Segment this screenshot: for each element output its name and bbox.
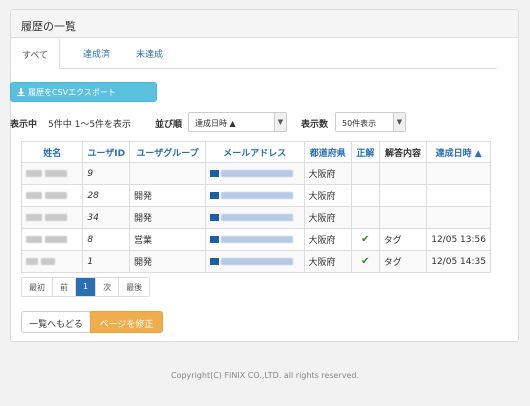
answer-cell: タグ: [378, 228, 428, 251]
answer-cell: [378, 206, 428, 229]
summary-label: 表示中: [10, 120, 38, 130]
history-table: 姓名 ユーザID ユーザグループ メールアドレス 都道府県 正解 解答内容 達成…: [20, 141, 491, 273]
prefecture-cell: 大阪府: [303, 228, 352, 251]
user-group-cell: 開発: [129, 250, 206, 273]
pager-prev[interactable]: 前: [53, 278, 76, 296]
tab-all[interactable]: すべて: [10, 37, 61, 70]
column-header-email[interactable]: メールアドレス: [204, 141, 305, 163]
sort-select[interactable]: 達成日時 ▲ ▼: [188, 112, 287, 132]
chevron-down-icon: ▼: [274, 113, 286, 131]
email-cell[interactable]: [204, 228, 305, 251]
table-row: 8 営業 大阪府 ✔ タグ 12/05 13:56: [20, 228, 491, 251]
envelope-icon: [209, 235, 219, 243]
answer-cell: [378, 184, 428, 207]
sort-select-value: 達成日時 ▲: [195, 119, 236, 128]
column-header-user-id[interactable]: ユーザID: [82, 141, 131, 163]
prefecture-cell: 大阪府: [303, 206, 352, 229]
table-row: 1 開発 大阪府 ✔ タグ 12/05 14:35: [20, 250, 491, 273]
export-csv-label: 履歴をCSVエクスポート: [28, 87, 116, 97]
summary-text: 5件中 1〜5件を表示: [48, 120, 132, 130]
correct-cell: ✔: [350, 228, 380, 251]
checkmark-icon: ✔: [361, 234, 370, 245]
correct-cell: [350, 184, 380, 207]
user-id-cell: 8: [82, 228, 131, 251]
count-label: 表示数: [301, 120, 329, 130]
list-controls: 表示中 5件中 1〜5件を表示 並び順 達成日時 ▲ ▼ 表示数 50件表示 ▼: [10, 112, 500, 134]
envelope-icon: [209, 191, 219, 199]
email-cell[interactable]: [204, 250, 305, 273]
answer-cell: [378, 162, 428, 185]
achieved-date-cell: [426, 184, 491, 207]
name-cell-redacted: [20, 228, 84, 251]
user-id-cell: 1: [82, 250, 131, 273]
column-header-answer: 解答内容: [378, 141, 428, 163]
prefecture-cell: 大阪府: [303, 250, 352, 273]
pager-next[interactable]: 次: [96, 278, 120, 296]
user-group-cell: 開発: [129, 206, 206, 229]
prefecture-cell: 大阪府: [303, 162, 352, 185]
name-cell-redacted: [20, 250, 84, 273]
back-to-list-button[interactable]: 一覧へもどる: [21, 311, 91, 333]
answer-cell: タグ: [378, 250, 428, 273]
chevron-down-icon: ▼: [393, 113, 405, 131]
achieved-date-cell: [426, 206, 491, 229]
pager-first[interactable]: 最初: [22, 278, 53, 296]
pager-page-current[interactable]: 1: [76, 278, 97, 296]
panel-title: 履歴の一覧: [11, 10, 518, 38]
column-header-correct[interactable]: 正解: [350, 141, 380, 163]
checkmark-icon: ✔: [361, 256, 370, 267]
table-row: 34 開発 大阪府: [20, 206, 491, 229]
name-cell-redacted: [20, 184, 84, 207]
column-header-prefecture[interactable]: 都道府県: [303, 141, 352, 163]
envelope-icon: [209, 213, 219, 221]
envelope-icon: [209, 169, 219, 177]
user-id-cell: 9: [82, 162, 131, 185]
user-group-cell: [129, 162, 206, 185]
user-group-cell: 開発: [129, 184, 206, 207]
user-id-cell: 34: [82, 206, 131, 229]
copyright-footer: Copyright(C) FINIX CO.,LTD. all rights r…: [170, 371, 359, 380]
email-cell[interactable]: [204, 162, 305, 185]
name-cell-redacted: [20, 206, 84, 229]
edit-page-button[interactable]: ページを修正: [90, 311, 163, 333]
tab-bar: すべて 達成済 未達成: [10, 37, 497, 70]
correct-cell: [350, 162, 380, 185]
sort-label: 並び順: [155, 120, 183, 130]
column-header-achieved-date[interactable]: 達成日時 ▲: [426, 141, 491, 163]
pager-last[interactable]: 最後: [119, 278, 150, 296]
download-icon: [17, 88, 25, 96]
achieved-date-cell: 12/05 14:35: [426, 250, 491, 273]
table-row: 9 大阪府: [20, 162, 491, 185]
export-csv-button[interactable]: 履歴をCSVエクスポート: [10, 82, 157, 102]
pagination: 最初 前 1 次 最後: [21, 277, 151, 297]
name-cell-redacted: [20, 162, 84, 185]
table-row: 28 開発 大阪府: [20, 184, 491, 207]
email-cell[interactable]: [204, 184, 305, 207]
user-group-cell: 営業: [129, 228, 206, 251]
email-cell[interactable]: [204, 206, 305, 229]
tab-not-achieved[interactable]: 未達成: [125, 37, 174, 69]
envelope-icon: [209, 257, 219, 265]
correct-cell: ✔: [350, 250, 380, 273]
count-select[interactable]: 50件表示 ▼: [335, 112, 406, 132]
table-header-row: 姓名 ユーザID ユーザグループ メールアドレス 都道府県 正解 解答内容 達成…: [20, 141, 491, 163]
achieved-date-cell: 12/05 13:56: [426, 228, 491, 251]
column-header-name[interactable]: 姓名: [20, 141, 84, 163]
prefecture-cell: 大阪府: [303, 184, 352, 207]
column-header-user-group[interactable]: ユーザグループ: [129, 141, 206, 163]
tab-achieved[interactable]: 達成済: [72, 37, 121, 69]
correct-cell: [350, 206, 380, 229]
achieved-date-cell: [426, 162, 491, 185]
count-select-value: 50件表示: [342, 119, 377, 128]
user-id-cell: 28: [82, 184, 131, 207]
